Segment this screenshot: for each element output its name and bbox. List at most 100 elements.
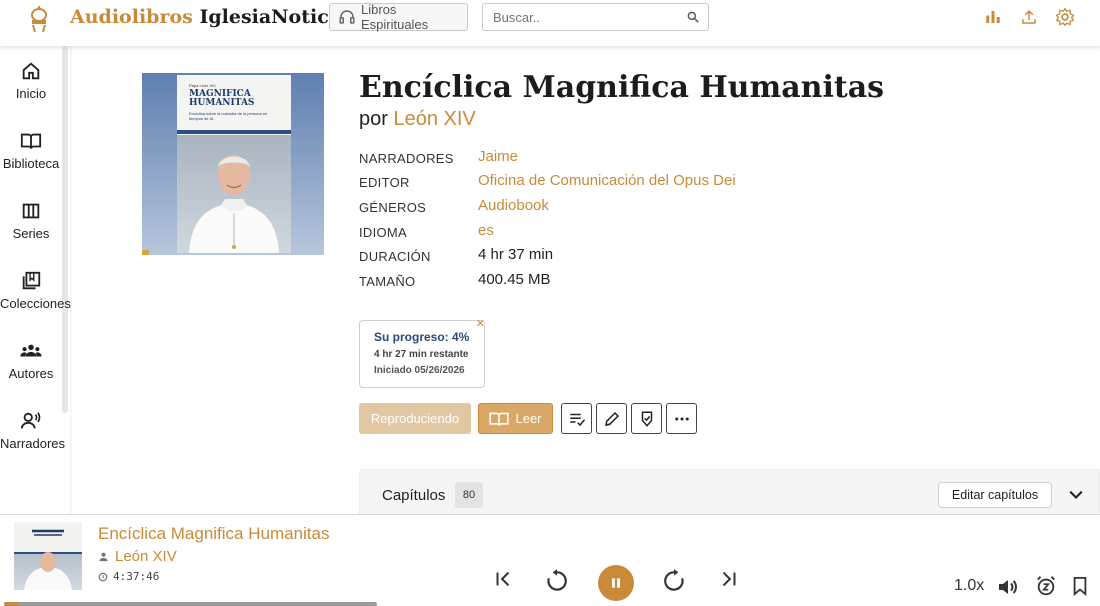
detail-row-narradores: NARRADORES Jaime: [359, 148, 759, 172]
sidebar-item-series[interactable]: Series: [0, 200, 62, 241]
chevron-down-icon[interactable]: [1066, 485, 1086, 510]
sidebar-item-label: Narradores: [0, 436, 66, 451]
pause-button[interactable]: [598, 565, 634, 601]
bookmark-icon[interactable]: [1071, 575, 1089, 597]
papal-tiara-logo-icon[interactable]: [26, 3, 52, 33]
detail-key: EDITOR: [359, 175, 410, 190]
detail-key: GÉNEROS: [359, 200, 427, 215]
read-button[interactable]: Leer: [478, 403, 553, 434]
player-title[interactable]: Encíclica Magnifica Humanitas: [98, 524, 329, 544]
player-progress-track[interactable]: [4, 602, 377, 606]
speaker-person-icon: [20, 412, 41, 429]
fast-forward-icon[interactable]: [661, 568, 687, 594]
sidebar-item-label: Inicio: [15, 86, 47, 101]
publisher-link[interactable]: Oficina de Comunicación del Opus Dei: [478, 172, 736, 189]
pause-icon: [611, 578, 621, 588]
sleep-timer-icon[interactable]: [1035, 575, 1057, 597]
open-book-icon: [20, 133, 42, 149]
playback-speed-button[interactable]: 1.0x: [954, 577, 984, 595]
detail-row-idioma: IDIOMA es: [359, 222, 759, 246]
person-icon: [99, 552, 108, 562]
shield-check-icon: [641, 411, 652, 427]
cover-title-line2: HUMANITAS: [189, 98, 255, 108]
detail-key: NARRADORES: [359, 151, 454, 166]
detail-key: DURACIÓN: [359, 249, 431, 264]
sidebar-item-inicio[interactable]: Inicio: [0, 60, 62, 101]
book-cover[interactable]: Papa León XIV MAGNIFICA HUMANITAS Encícl…: [142, 73, 324, 255]
search-input[interactable]: [483, 4, 673, 30]
detail-row-duracion: DURACIÓN 4 hr 37 min: [359, 246, 759, 270]
rewind-icon[interactable]: [544, 568, 570, 594]
cover-photo-pope: [177, 135, 291, 253]
read-button-label: Leer: [515, 411, 542, 426]
narrator-link[interactable]: Jaime: [478, 148, 518, 165]
close-icon[interactable]: ✕: [476, 317, 485, 330]
player-duration-text: 4:37:46: [113, 570, 160, 583]
cover-divider: [177, 130, 291, 134]
settings-gear-icon[interactable]: [1054, 6, 1076, 28]
detail-row-tamano: TAMAÑO 400.45 MB: [359, 271, 759, 295]
open-book-icon: [489, 412, 510, 426]
cover-subtitle: Encíclica sobre la custodia de la person…: [189, 111, 268, 121]
playing-button[interactable]: Reproduciendo: [359, 403, 471, 434]
next-chapter-icon[interactable]: [718, 568, 740, 590]
library-select-label: Libros Espirituales: [360, 2, 429, 32]
upload-icon[interactable]: [1018, 6, 1040, 28]
stats-chart-icon[interactable]: [982, 6, 1004, 28]
queue-button[interactable]: [561, 403, 592, 434]
mark-finished-button[interactable]: [631, 403, 662, 434]
genre-link[interactable]: Audiobook: [478, 197, 549, 214]
sidebar-item-biblioteca[interactable]: Biblioteca: [0, 130, 62, 171]
chapters-label: Capítulos: [382, 487, 446, 504]
progress-remaining-text: 4 hr 27 min restante: [374, 349, 469, 360]
author-link[interactable]: León XIV: [393, 108, 475, 130]
sidebar-item-label: Colecciones: [0, 296, 71, 311]
detail-row-editor: EDITOR Oficina de Comunicación del Opus …: [359, 172, 759, 196]
progress-started-text: Iniciado 05/26/2026: [374, 365, 465, 376]
byline-prefix: por: [359, 108, 388, 130]
pencil-icon: [604, 411, 619, 426]
sidebar-item-label: Series: [12, 226, 50, 241]
more-horizontal-icon: [674, 417, 689, 420]
sidebar-item-autores[interactable]: Autores: [0, 340, 62, 381]
detail-key: TAMAÑO: [359, 274, 416, 289]
more-options-button[interactable]: [666, 403, 697, 434]
player-author: León XIV: [98, 548, 177, 565]
sidebar-scrollbar[interactable]: [62, 46, 68, 413]
duration-value: 4 hr 37 min: [478, 246, 554, 263]
cover-progress-indicator: [142, 250, 149, 255]
playlist-check-icon: [569, 413, 585, 426]
sidebar-item-narradores[interactable]: Narradores: [0, 410, 66, 451]
player-cover-thumbnail[interactable]: [14, 522, 82, 590]
language-link[interactable]: es: [478, 222, 494, 239]
volume-icon[interactable]: [996, 575, 1020, 599]
top-bar: Audiolibros IglesiaNoticias Libros Espir…: [0, 0, 1100, 46]
book-byline: por León XIV: [359, 108, 476, 131]
detail-key: IDIOMA: [359, 225, 408, 240]
cover-kicker: Papa León XIV: [189, 83, 216, 88]
size-value: 400.45 MB: [478, 271, 551, 288]
edit-button[interactable]: [596, 403, 627, 434]
previous-chapter-icon[interactable]: [492, 568, 514, 590]
sidebar-item-colecciones[interactable]: Colecciones: [0, 270, 71, 311]
book-title: Encíclica Magnifica Humanitas: [359, 70, 885, 105]
site-brand[interactable]: Audiolibros IglesiaNoticias: [70, 6, 359, 28]
home-icon: [22, 62, 40, 80]
player-progress-fill: [4, 602, 19, 606]
chapters-count-badge: 80: [455, 482, 483, 508]
sidebar-item-label: Autores: [8, 366, 54, 381]
top-actions: [982, 6, 1076, 28]
progress-percent-text: Su progreso: 4%: [374, 330, 470, 344]
progress-card: Su progreso: 4% 4 hr 27 min restante Ini…: [359, 317, 485, 388]
search-box: [482, 3, 709, 31]
edit-chapters-button[interactable]: Editar capítulos: [938, 482, 1052, 508]
stacked-books-icon: [22, 271, 41, 290]
people-icon: [20, 344, 42, 357]
cover-art: Papa León XIV MAGNIFICA HUMANITAS Encícl…: [177, 75, 291, 253]
search-icon[interactable]: [686, 10, 700, 29]
detail-row-generos: GÉNEROS Audiobook: [359, 197, 759, 221]
brand-part-audiolibros: Audiolibros: [70, 6, 193, 28]
player-author-link[interactable]: León XIV: [115, 548, 177, 565]
library-select-button[interactable]: Libros Espirituales: [329, 2, 468, 32]
player-duration: 4:37:46: [98, 570, 159, 583]
